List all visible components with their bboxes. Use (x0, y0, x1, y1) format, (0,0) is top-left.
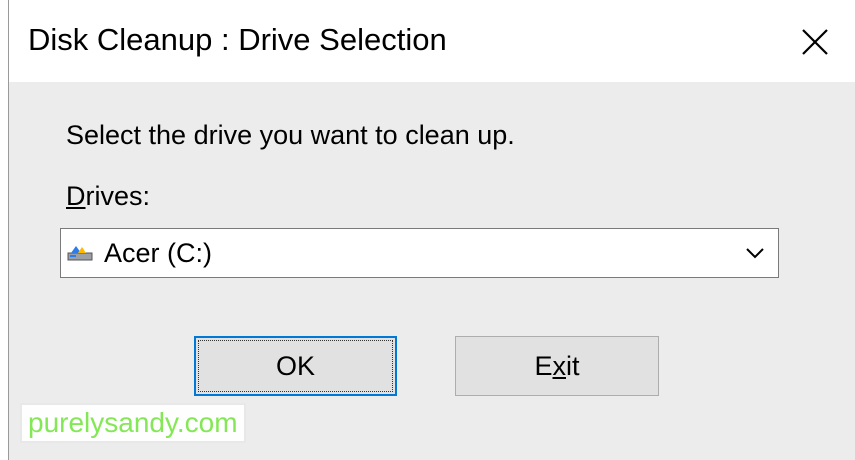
window-title: Disk Cleanup : Drive Selection (28, 22, 447, 57)
background-window-edge (0, 0, 8, 460)
instruction-text: Select the drive you want to clean up. (66, 120, 515, 150)
drives-label: Drives: (66, 181, 150, 212)
drives-dropdown[interactable]: Acer (C:) (60, 228, 779, 278)
disk-cleanup-dialog: Disk Cleanup : Drive Selection Select th… (8, 0, 855, 460)
drive-icon (67, 246, 93, 261)
ok-button-focus-ring (198, 340, 393, 392)
drives-label-accelerator: D (66, 181, 86, 211)
close-button[interactable] (794, 22, 834, 62)
exit-button[interactable]: Exit (455, 336, 659, 396)
exit-button-label-before: E (534, 351, 553, 381)
watermark: purelysandy.com (20, 403, 246, 443)
chevron-down-icon (746, 248, 764, 259)
drives-dropdown-value: Acer (C:) (104, 238, 212, 268)
close-icon (802, 29, 828, 55)
drives-label-text: rives: (85, 181, 151, 211)
title-bar: Disk Cleanup : Drive Selection (9, 0, 855, 82)
exit-button-label-after: it (566, 351, 580, 381)
exit-button-accelerator: x (552, 351, 567, 381)
ok-button[interactable]: OK (194, 336, 397, 396)
